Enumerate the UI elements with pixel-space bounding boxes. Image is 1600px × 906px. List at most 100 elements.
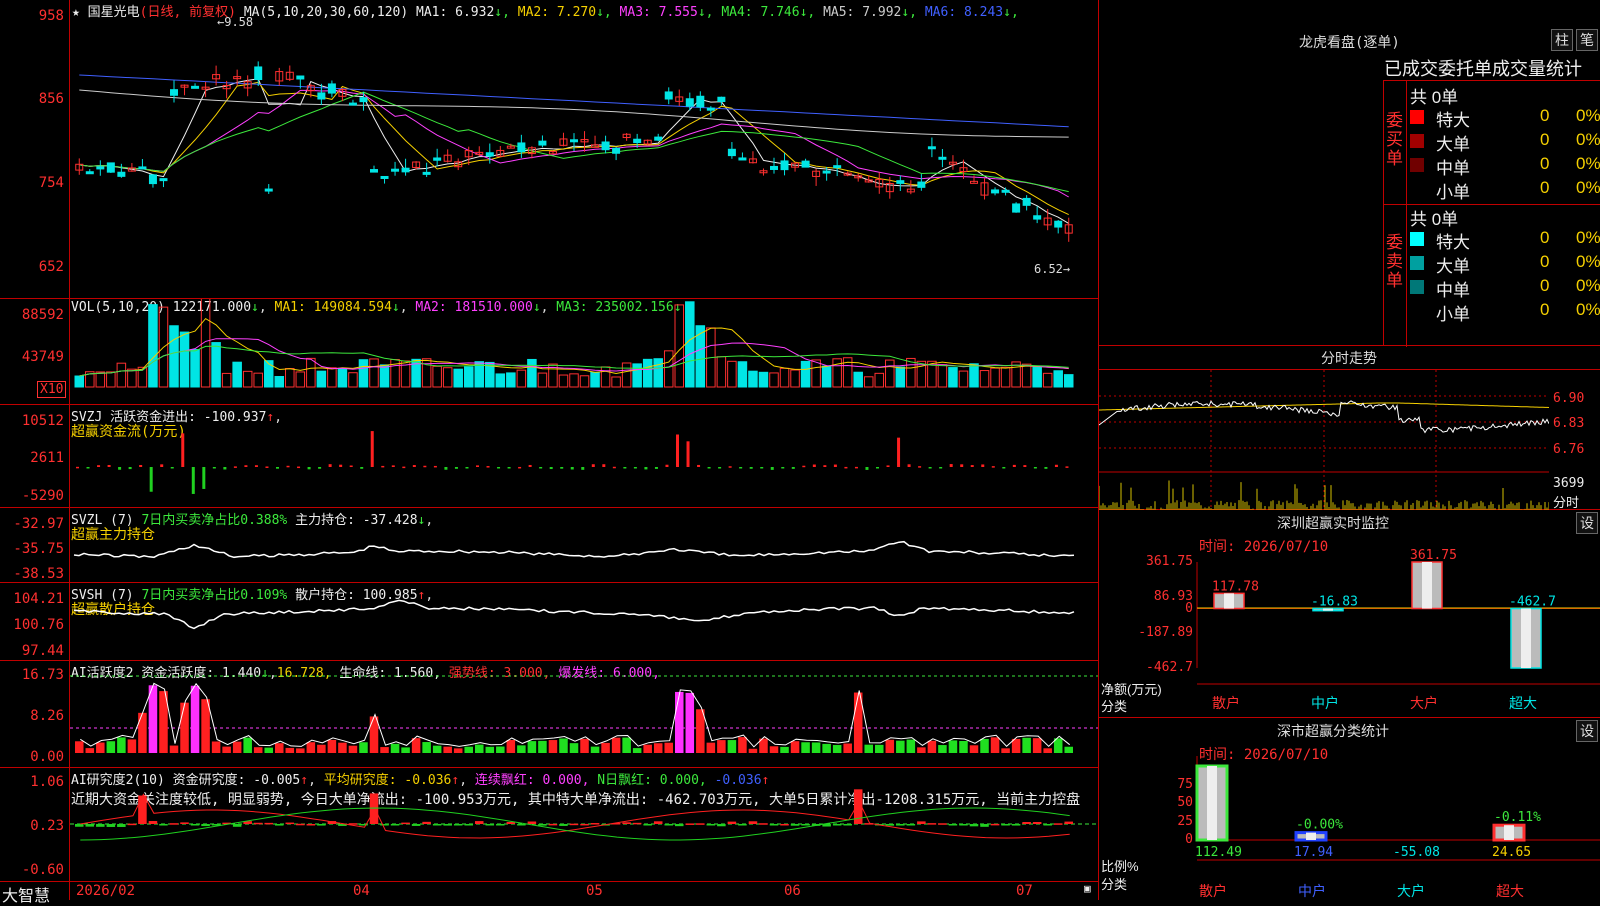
candle-body [738,157,747,161]
kline-panel[interactable]: 958 856 754 652 ★ 国星光电(日线, 前复权) MA(5,10,… [0,0,1098,299]
ai-active-ylabel: 8.26 [30,708,64,724]
active-bar [896,740,905,753]
research-bar [790,824,800,826]
active-bar [611,737,621,753]
svzj-bar [728,466,732,468]
order-pct: 0% [1576,228,1600,247]
svzj-bar [876,467,879,469]
volume-bar [885,359,895,388]
candle-body [359,97,368,103]
svzj-chart[interactable] [70,405,1098,508]
longhu-panel: 龙虎看盘(逐单) 柱 笔 已成交委托单成交量统计 委买单 委卖单 共 0单 共 … [1099,0,1600,347]
svzl-panel[interactable]: -32.97 -35.75 -38.53 SVZL (7) 7日内买卖净占比0.… [0,508,1098,583]
research-bar [296,823,305,826]
ai-active-chart[interactable] [70,661,1098,768]
svzj-bar [707,467,711,469]
svzj-panel[interactable]: 10512 2611 -5290 SVZJ 活跃资金进出: -100.937↑,… [0,405,1098,508]
svzj-bar [423,465,427,468]
candle-body [833,165,842,169]
research-bar [801,824,810,826]
svsh-panel[interactable]: 104.21 100.76 97.44 SVSH (7) 7日内买卖净占比0.1… [0,583,1098,661]
research-bar [706,824,716,826]
date-axis: 大智慧 2026/02 04 05 06 07 ▣ [0,881,1098,905]
volume-chart[interactable] [70,299,1098,405]
research-bar [980,824,989,827]
volume-panel[interactable]: 88592 43749 X10 VOL(5,10,20) 122171.000↓… [0,299,1098,405]
lock-icon[interactable]: ▣ [1084,882,1091,895]
research-bar [106,824,116,827]
research-bar [527,821,537,824]
research-bar [1043,824,1052,826]
volume-bar [800,360,811,388]
volume-bar [432,365,442,388]
candle-body [991,189,1000,194]
volume-bar [674,304,685,388]
order-row: 小单 0 0% [1410,178,1600,202]
kline-ylabel: 856 [38,91,64,107]
svzj-bar [307,467,311,470]
ai-research-ylabel: 1.06 [30,774,64,790]
ai-active-panel[interactable]: 16.73 8.26 0.00 AI活跃度2 资金活跃度: 1.440↓,16.… [0,661,1098,768]
volume-bar [148,304,158,388]
sz-class-category: 散户 [1199,883,1227,899]
volume-bar [463,366,474,388]
order-row: 大单 0 0% [1410,130,1600,154]
research-bar [169,823,179,825]
kline-chart[interactable] [70,0,1098,299]
active-bar [864,744,873,753]
candle-body [380,175,389,179]
order-count: 0 [1540,276,1550,295]
ai-research-panel[interactable]: 1.06 0.23 -0.60 AI研究度2(10) 资金研究度: -0.005… [0,768,1098,882]
svzj-bar [391,465,395,467]
active-bar [138,712,147,753]
color-swatch [1410,280,1424,294]
order-pct: 0% [1576,300,1600,319]
order-row: 特大 0 0% [1410,106,1600,130]
longhu-subtitle: 已成交委托单成交量统计 [1384,59,1582,79]
date-label: 04 [353,883,370,899]
volume-bar [863,376,874,388]
svzl-chart[interactable] [70,508,1098,583]
tick-view-button[interactable]: 笔 [1576,29,1598,51]
active-bar [401,747,410,753]
order-count: 0 [1540,130,1550,149]
candle-body [191,85,200,89]
svzj-bar [623,467,627,469]
active-bar [653,743,663,753]
holding-line [73,540,1075,559]
candle-body [348,102,357,106]
volume-bar [169,325,179,388]
sz-monitor-chart[interactable]: 117.78 散户 -16.83 中户 361.75 大户 -462.7 超大 [1099,510,1600,718]
candle-body [517,142,526,153]
buy-label: 委买单 [1386,111,1403,168]
active-bar [117,737,126,753]
research-bar [369,793,379,824]
volume-bar [285,368,295,388]
active-bar [622,737,631,753]
order-row: 中单 0 0% [1410,276,1600,300]
fenshi-ylabel: 6.90 [1553,391,1585,406]
date-label: 07 [1016,883,1033,899]
fenshi-panel[interactable]: 分时走势 6.90 6.83 6.76 3699 分时 [1099,346,1600,511]
sz-class-chart[interactable]: -0.00% -0.11% 112.49 17.94 -55.08 24.65 散户 中户 大户… [1099,718,1600,900]
order-type: 特大 [1436,111,1470,130]
svzl-ylabel: -38.53 [13,566,64,582]
svsh-chart[interactable] [70,583,1098,661]
vol-ma-line [79,317,1069,377]
volume-bar [790,369,800,388]
bar-highlight [1306,832,1316,840]
bar-view-button[interactable]: 柱 [1551,29,1573,51]
color-swatch [1410,232,1424,246]
candle-body [117,171,126,177]
research-bar [253,822,263,825]
svzj-bar [760,467,764,469]
candle-body [612,147,621,154]
fenshi-chart[interactable] [1099,370,1549,510]
svzj-bar [654,467,658,469]
candle-body [896,180,905,184]
active-bar [948,740,958,753]
active-bar [169,745,179,753]
active-bar [685,692,695,753]
volume-bar [506,372,516,388]
ai-research-chart[interactable] [70,768,1098,882]
